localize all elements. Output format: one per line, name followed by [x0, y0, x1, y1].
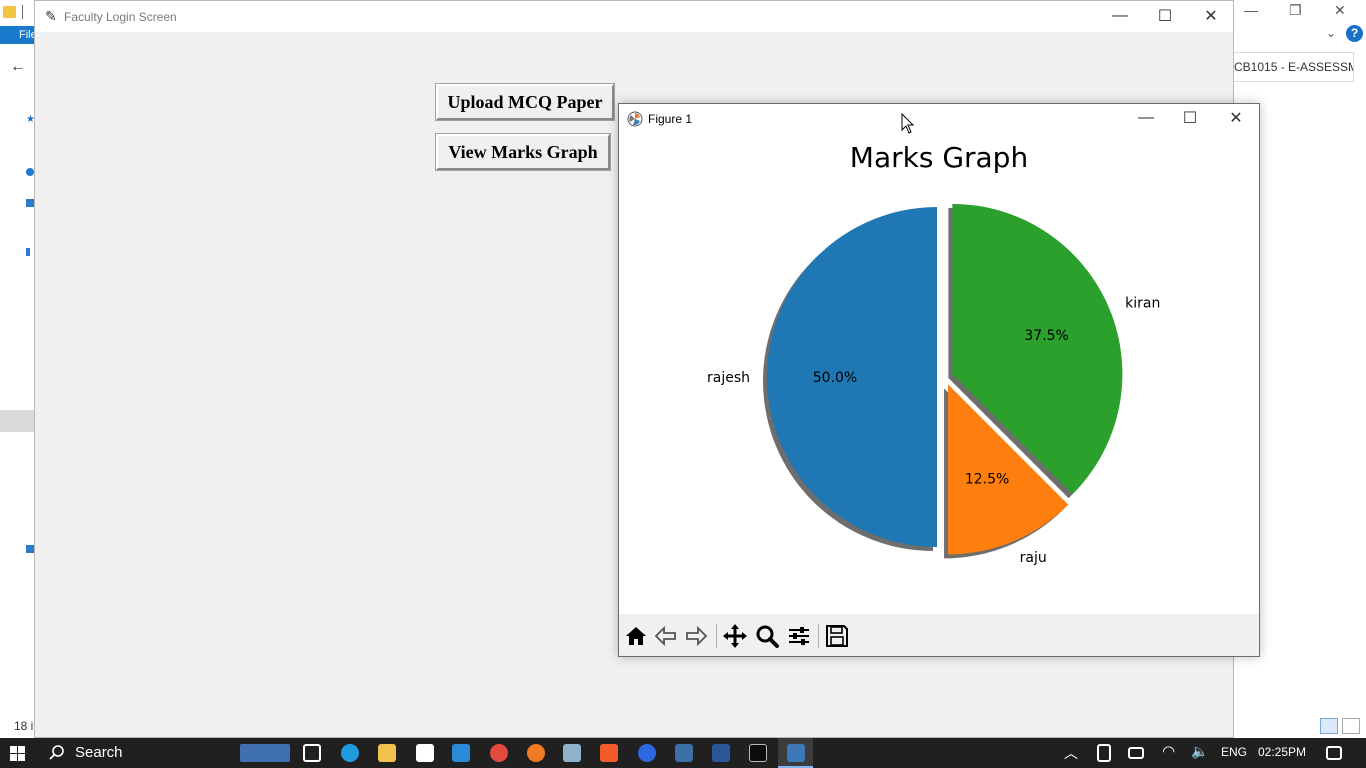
volume-icon[interactable]: 🔈: [1191, 743, 1208, 760]
title-separator: [22, 5, 23, 19]
minimize-icon[interactable]: —: [1105, 7, 1135, 25]
zoom-icon[interactable]: [753, 622, 781, 650]
language-indicator[interactable]: ENG: [1221, 745, 1247, 759]
selected-nav-row[interactable]: [0, 410, 34, 432]
desktop-app-icon[interactable]: [675, 744, 693, 762]
forward-arrow-icon[interactable]: [682, 622, 710, 650]
view-marks-graph-button[interactable]: View Marks Graph: [435, 133, 611, 171]
search-label: Search: [75, 744, 123, 761]
faculty-titlebar[interactable]: ✎ Faculty Login Screen — ☐ ✕: [35, 1, 1233, 32]
clock[interactable]: 02:25PM: [1258, 745, 1306, 759]
back-arrow-icon[interactable]: ←: [10, 58, 26, 76]
notification-icon[interactable]: [1326, 746, 1342, 760]
onedrive-icon[interactable]: [26, 168, 34, 176]
help-icon[interactable]: ?: [1346, 25, 1363, 42]
file-tab[interactable]: File: [0, 26, 37, 44]
folder-icon: [3, 6, 16, 18]
large-icons-view-icon[interactable]: [1342, 718, 1360, 734]
zoom-app-icon[interactable]: [638, 744, 656, 762]
configure-subplots-icon[interactable]: [785, 622, 813, 650]
explorer-restore-icon[interactable]: ❐: [1289, 2, 1302, 19]
edge-icon[interactable]: [341, 744, 359, 762]
pie-percent-label: 50.0%: [813, 370, 857, 386]
back-arrow-icon[interactable]: [652, 622, 680, 650]
toolbar-separator: [818, 624, 819, 648]
figure-window: Figure 1 — ☐ ✕ Marks Graph 50.0% rajesh 12…: [618, 103, 1260, 657]
chevron-up-icon[interactable]: ︿: [1064, 743, 1078, 763]
brave-icon[interactable]: [600, 744, 618, 762]
chart-title: Marks Graph: [850, 141, 1028, 174]
figure-titlebar[interactable]: Figure 1 — ☐ ✕: [619, 104, 1259, 134]
figure-maximize-icon[interactable]: ☐: [1175, 108, 1205, 128]
search-highlight-icon[interactable]: [240, 744, 290, 762]
feather-icon: ✎: [45, 8, 57, 24]
meet-now-icon[interactable]: [1097, 744, 1111, 762]
quick-access-icon[interactable]: ★: [26, 114, 35, 125]
close-icon[interactable]: ✕: [1196, 6, 1226, 26]
file-explorer-icon[interactable]: [378, 744, 396, 762]
windows-start-icon[interactable]: [10, 746, 25, 761]
terminal-icon[interactable]: [749, 744, 767, 762]
figure-close-icon[interactable]: ✕: [1221, 108, 1251, 128]
explorer-close-icon[interactable]: ✕: [1334, 2, 1346, 19]
address-bar[interactable]: CB1015 - E-ASSESSM...: [1228, 52, 1354, 82]
mouse-cursor-icon: [901, 113, 915, 134]
pie-percent-label: 12.5%: [965, 472, 1009, 488]
app-icon[interactable]: [416, 744, 434, 762]
search-icon: [49, 744, 65, 764]
pie-chart: Marks Graph 50.0% rajesh 12.5% raju 37.5% kir…: [707, 141, 1160, 566]
pie-category-label: rajesh: [707, 370, 750, 386]
upload-mcq-paper-button[interactable]: Upload MCQ Paper: [435, 83, 615, 121]
details-view-icon[interactable]: [1320, 718, 1338, 734]
explorer-minimize-icon[interactable]: —: [1244, 2, 1258, 18]
pie-percent-label: 37.5%: [1024, 328, 1068, 344]
save-icon[interactable]: [823, 622, 851, 650]
task-view-icon[interactable]: [303, 744, 321, 762]
network-icon[interactable]: [26, 545, 34, 553]
pan-icon[interactable]: [721, 622, 749, 650]
python-icon: [787, 744, 805, 762]
toolbar-separator: [716, 624, 717, 648]
this-pc-icon[interactable]: [26, 199, 34, 207]
chevron-down-icon[interactable]: ⌄: [1326, 26, 1336, 40]
word-icon[interactable]: [712, 744, 730, 762]
vscode-icon[interactable]: [452, 744, 470, 762]
active-python-task[interactable]: [778, 738, 813, 768]
figure-toolbar: [619, 614, 1259, 656]
network-tool-icon[interactable]: [563, 744, 581, 762]
search-app-icon[interactable]: [527, 744, 545, 762]
chrome-icon[interactable]: [490, 744, 508, 762]
wifi-icon[interactable]: ◠: [1162, 742, 1175, 760]
pie-category-label: kiran: [1125, 295, 1160, 311]
home-icon[interactable]: [622, 622, 650, 650]
window-title: Faculty Login Screen: [64, 10, 177, 24]
battery-icon[interactable]: [1128, 747, 1144, 759]
figure-minimize-icon[interactable]: —: [1131, 109, 1161, 127]
matplotlib-logo-icon: [627, 111, 643, 127]
drive-icon[interactable]: [26, 248, 30, 256]
maximize-icon[interactable]: ☐: [1150, 6, 1180, 26]
taskbar: Search ︿ ◠ 🔈 ENG 02:25PM: [0, 738, 1366, 768]
pie-category-label: raju: [1020, 550, 1047, 566]
figure-title: Figure 1: [648, 112, 693, 126]
